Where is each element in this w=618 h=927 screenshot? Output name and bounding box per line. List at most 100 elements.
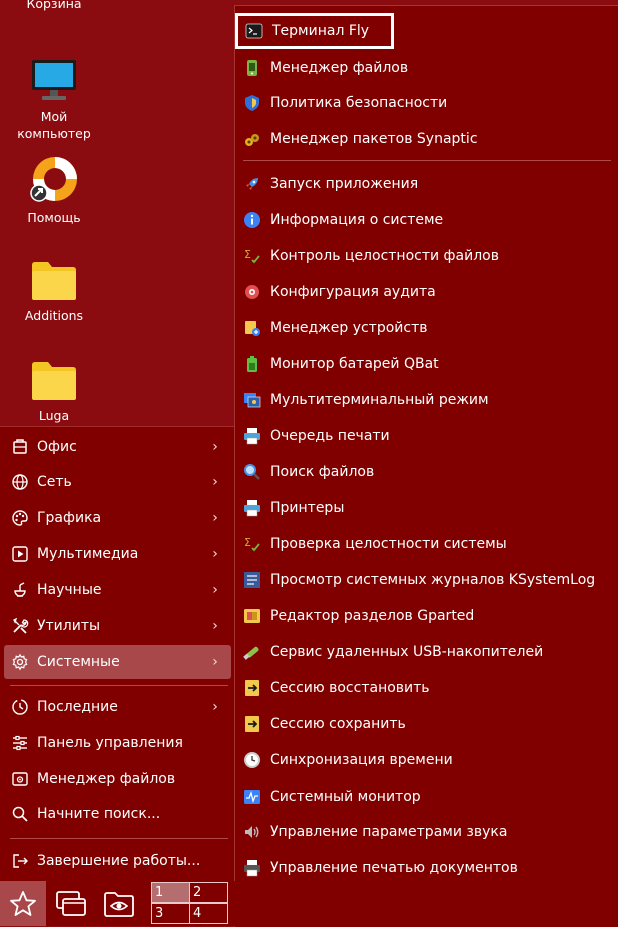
submenu-item-label: Информация о системе [270, 212, 444, 228]
desktop-number: 1 [155, 885, 164, 900]
device-manager-icon [243, 319, 261, 337]
menu-item-shutdown[interactable]: Завершение работы... [4, 844, 231, 878]
start-menu: Офис › Сеть › Графика › Мультимедиа › На… [0, 426, 237, 882]
submenu-item-label: Мультитерминальный режим [270, 392, 489, 408]
submenu-item-label: Проверка целостности системы [270, 536, 507, 552]
gparted-icon [243, 607, 261, 625]
desktop-icon-label: Помощь [27, 210, 81, 225]
menu-item-label: Мультимедиа [37, 546, 139, 562]
submenu-item-label: Просмотр системных журналов KSystemLog [270, 572, 596, 588]
menu-item-science[interactable]: Научные › [4, 573, 231, 607]
submenu-item[interactable]: Менеджер пакетов Synaptic [243, 124, 478, 154]
desktop-icon-label: Корзина [26, 0, 82, 11]
submenu-item[interactable]: Просмотр системных журналов KSystemLog [243, 565, 595, 595]
logout-icon [10, 851, 30, 871]
sound-icon [243, 823, 261, 841]
log-icon [243, 571, 261, 589]
submenu-item[interactable]: Монитор батарей QBat [243, 349, 439, 379]
menu-item-graphics[interactable]: Графика › [4, 501, 231, 535]
submenu-item[interactable]: Σ Контроль целостности файлов [243, 241, 499, 271]
desktop-icon-label: Luga [38, 408, 70, 423]
start-button[interactable] [0, 881, 46, 926]
battery-icon [243, 355, 261, 373]
submenu-separator [243, 160, 611, 161]
office-icon [10, 437, 30, 457]
info-icon [243, 211, 261, 229]
desktop-2[interactable]: 2 [189, 882, 228, 903]
desktop-number: 2 [193, 885, 202, 900]
submenu-item[interactable]: Терминал Fly [235, 13, 395, 49]
svg-text:Σ: Σ [244, 248, 251, 261]
tools-icon [10, 616, 30, 636]
audit-icon [243, 283, 261, 301]
submenu-item[interactable]: Синхронизация времени [243, 745, 453, 775]
desktop-icon-trash[interactable]: Корзина [8, 0, 100, 12]
submenu-item[interactable]: Конфигурация аудита [243, 277, 436, 307]
chevron-right-icon: › [212, 582, 218, 598]
help-lifebuoy-icon [30, 157, 77, 202]
desktop-4[interactable]: 4 [189, 903, 228, 924]
desktop-icon-computer[interactable]: Мой компьютер [8, 58, 100, 142]
menu-item-multimedia[interactable]: Мультимедиа › [4, 537, 231, 571]
submenu-item[interactable]: Сессию сохранить [243, 709, 406, 739]
submenu-item[interactable]: Запуск приложения [243, 169, 418, 199]
desktop-pager: 1 2 3 4 [150, 881, 232, 926]
submenu-item-label: Поиск файлов [270, 464, 375, 480]
menu-item-network[interactable]: Сеть › [4, 465, 231, 499]
menu-item-label: Системные [37, 654, 120, 670]
submenu-item[interactable]: Сервис удаленных USB-накопителей [243, 637, 543, 667]
submenu-item[interactable]: Поиск файлов [243, 457, 374, 487]
menu-item-label: Панель управления [37, 735, 183, 751]
submenu-item[interactable]: Менеджер файлов [243, 53, 408, 83]
submenu-item[interactable]: Системный монитор [243, 782, 421, 812]
synaptic-icon [243, 130, 261, 148]
submenu-item-label: Управление печатью документов [270, 860, 518, 876]
file-manager-taskbar-button[interactable] [96, 881, 142, 926]
submenu-item-label: Принтеры [270, 500, 345, 516]
menu-item-file-manager[interactable]: Менеджер файлов [4, 762, 231, 796]
rocket-icon [243, 175, 261, 193]
submenu-item[interactable]: Редактор разделов Gparted [243, 601, 474, 631]
submenu-item[interactable]: Принтеры [243, 493, 344, 523]
clock-icon [243, 751, 261, 769]
globe-icon [10, 472, 30, 492]
menu-item-utilities[interactable]: Утилиты › [4, 609, 231, 643]
submenu-item[interactable]: Политика безопасности [243, 88, 447, 118]
submenu-item[interactable]: Мультитерминальный режим [243, 385, 489, 415]
palette-icon [10, 508, 30, 528]
printer-icon [243, 499, 261, 517]
system-check-icon: Σ [243, 535, 261, 553]
windows-icon [56, 890, 86, 916]
submenu-item[interactable]: Управление параметрами звука [243, 817, 507, 847]
desktop-icon-additions[interactable]: Additions [8, 259, 100, 324]
desktop-icon-help[interactable]: Помощь [8, 155, 100, 226]
menu-item-label: Завершение работы... [37, 853, 201, 869]
chevron-right-icon: › [212, 618, 218, 634]
submenu-item[interactable]: Σ Проверка целостности системы [243, 529, 507, 559]
menu-item-search[interactable]: Начните поиск... [4, 797, 231, 831]
menu-item-recent[interactable]: Последние › [4, 690, 231, 724]
submenu-item-label: Управление параметрами звука [270, 824, 508, 840]
submenu-item[interactable]: Управление печатью документов [243, 853, 518, 883]
show-windows-button[interactable] [48, 881, 94, 926]
search-icon [10, 804, 30, 824]
desktop-1[interactable]: 1 [151, 882, 190, 903]
desktop-number: 3 [155, 906, 164, 921]
menu-item-office[interactable]: Офис › [4, 430, 231, 464]
submenu-item-label: Менеджер файлов [270, 60, 409, 76]
submenu-item[interactable]: Менеджер устройств [243, 313, 428, 343]
submenu-item-label: Сессию сохранить [270, 716, 406, 732]
desktop-icon-luga[interactable]: Luga [8, 359, 100, 424]
submenu-item-label: Менеджер устройств [270, 320, 428, 336]
multiterminal-icon [243, 391, 261, 409]
desktop-icon-label: Мой компьютер [17, 109, 91, 141]
chevron-right-icon: › [212, 546, 218, 562]
submenu-item[interactable]: Очередь печати [243, 421, 390, 451]
submenu-item[interactable]: Информация о системе [243, 205, 443, 235]
search-files-icon [243, 463, 261, 481]
submenu-item[interactable]: Сессию восстановить [243, 673, 430, 703]
desktop-3[interactable]: 3 [151, 903, 190, 924]
menu-item-system[interactable]: Системные › [4, 645, 231, 679]
control-panel-icon [10, 733, 30, 753]
menu-item-control-panel[interactable]: Панель управления [4, 726, 231, 760]
